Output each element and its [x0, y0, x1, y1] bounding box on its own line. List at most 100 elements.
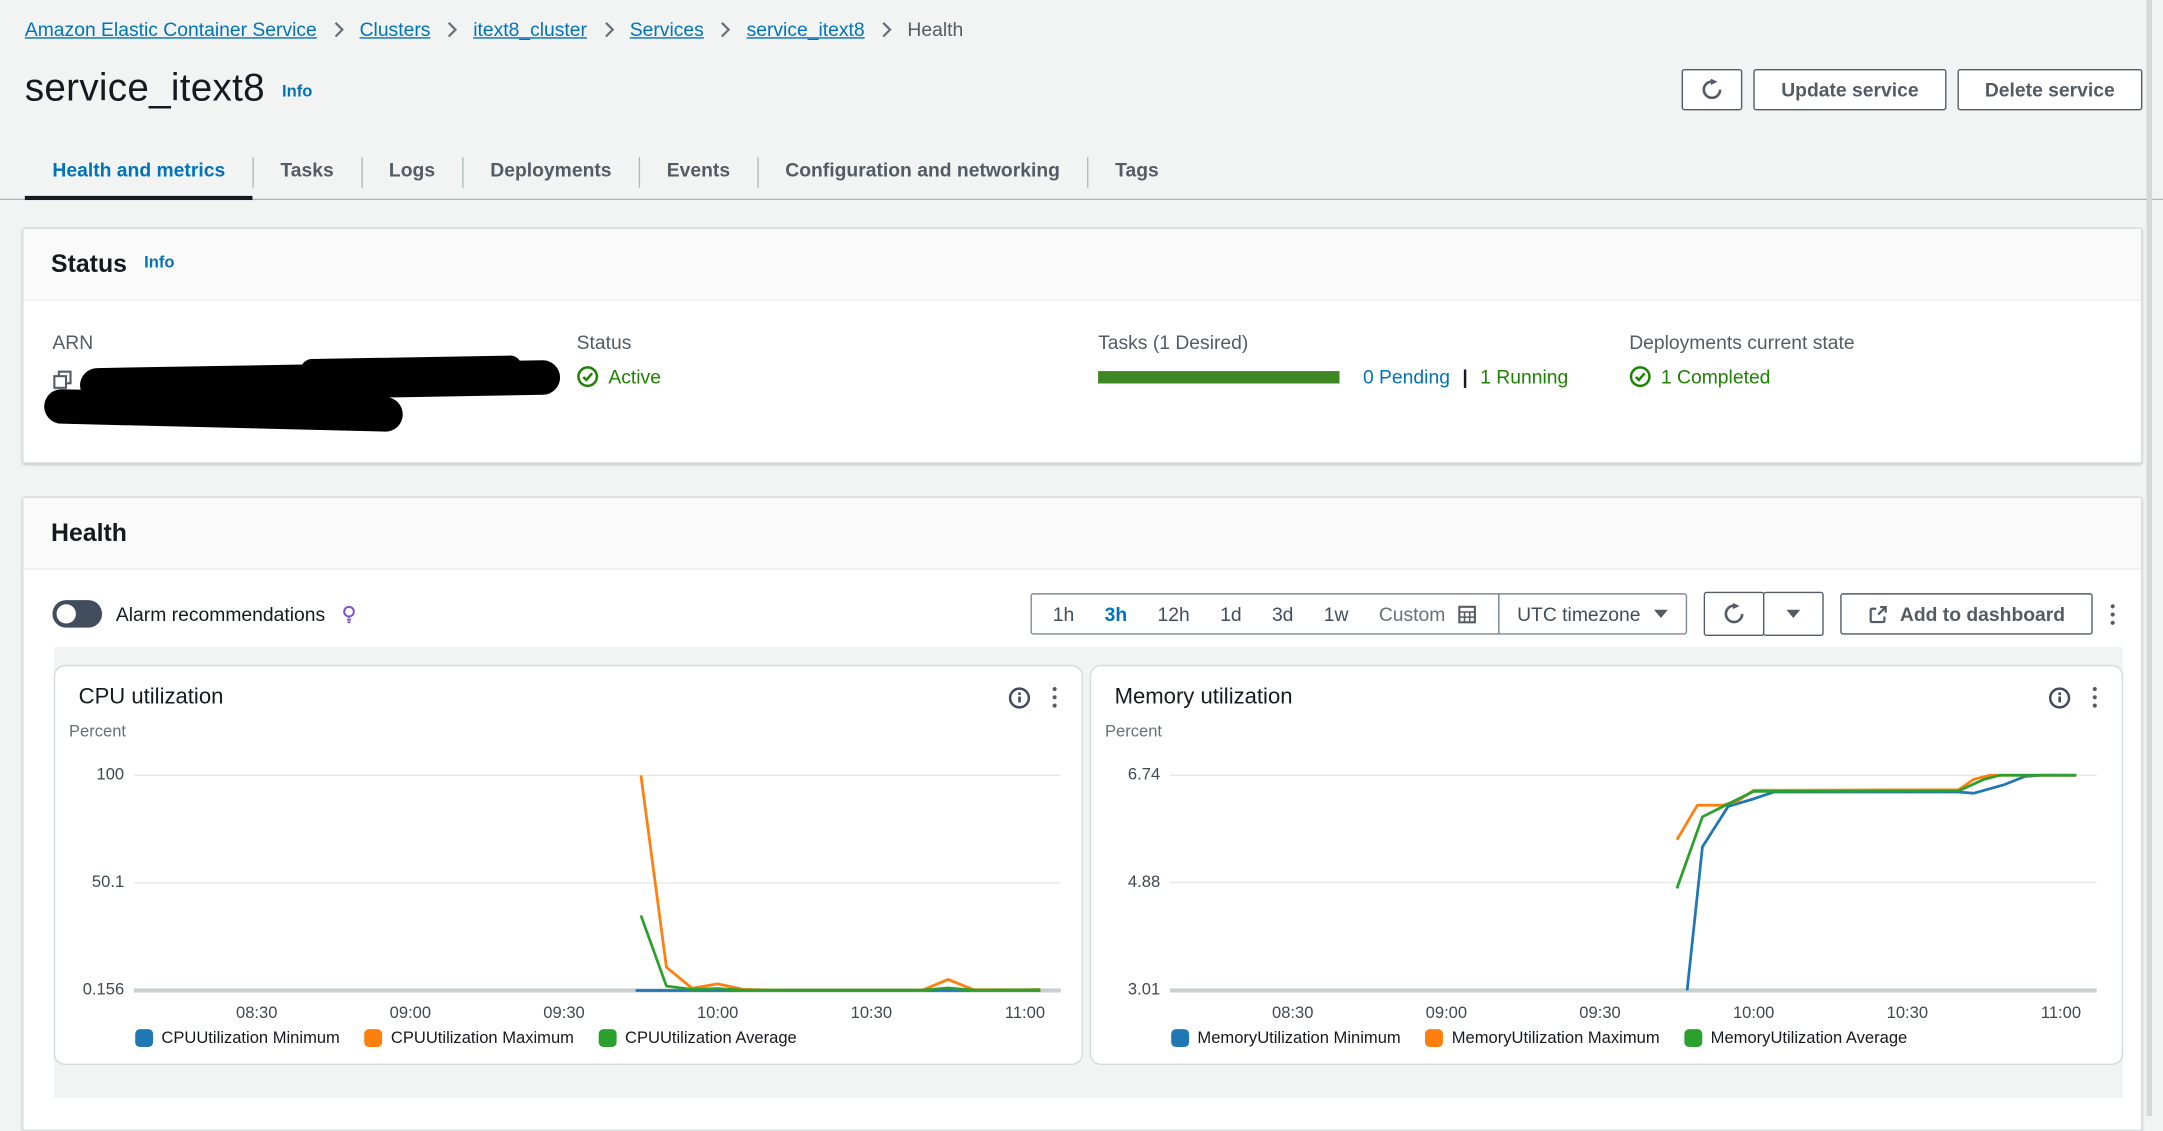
timezone-select[interactable]: UTC timezone: [1498, 593, 1688, 634]
breadcrumb-separator-icon: [602, 20, 614, 38]
breadcrumb-item-itext8-cluster[interactable]: itext8_cluster: [473, 18, 587, 40]
x-tick-label: 09:00: [369, 1003, 452, 1022]
x-tick-label: 11:00: [2020, 1003, 2103, 1022]
y-axis-label: Percent: [1105, 721, 1162, 740]
time-range-1h[interactable]: 1h: [1053, 603, 1074, 625]
lightbulb-icon: [339, 604, 358, 625]
memory-chart-legend: MemoryUtilization Minimum MemoryUtilizati…: [1171, 1028, 2121, 1047]
tasks-separator: |: [1462, 366, 1467, 388]
legend-memoryutilization-maximum[interactable]: MemoryUtilization Maximum: [1426, 1028, 1660, 1047]
page-header: service_itext8 Info Update service Delet…: [0, 40, 2163, 110]
breadcrumb-separator-icon: [446, 20, 458, 38]
x-tick-label: 09:00: [1405, 1003, 1488, 1022]
tab-deployments[interactable]: Deployments: [463, 145, 639, 199]
breadcrumb-item-services[interactable]: Services: [630, 18, 704, 40]
time-range-group: 1h 3h 12h 1d 3d 1w Custom: [1031, 593, 1499, 634]
tab-health-and-metrics[interactable]: Health and metrics: [25, 145, 253, 199]
legend-memoryutilization-minimum[interactable]: MemoryUtilization Minimum: [1171, 1028, 1400, 1047]
memory-chart-plot: Percent6.744.883.0108:3009:0009:3010:001…: [1091, 716, 2121, 1025]
time-range-1d[interactable]: 1d: [1220, 603, 1241, 625]
page-title-info-link[interactable]: Info: [282, 81, 312, 100]
legend-swatch: [599, 1028, 617, 1046]
breadcrumb-item-clusters[interactable]: Clusters: [360, 18, 431, 40]
charts-refresh-button[interactable]: [1704, 592, 1765, 636]
status-active-icon: [577, 366, 599, 388]
charts-container: CPU utilization Percent 100 50.1 0.156 08:30…: [54, 647, 2123, 1098]
y-tick-label: 50.1: [55, 872, 124, 891]
deployments-value: 1 Completed: [1661, 366, 1771, 388]
x-tick-label: 10:30: [1866, 1003, 1949, 1022]
add-to-dashboard-button[interactable]: Add to dashboard: [1841, 593, 2093, 634]
cpu-chart-title: CPU utilization: [79, 685, 224, 710]
time-range-3h[interactable]: 3h: [1105, 603, 1128, 625]
status-field: Status Active: [577, 331, 1098, 421]
series-memoryutilization-maximum: [1677, 775, 2076, 840]
x-tick-label: 09:30: [523, 1003, 606, 1022]
arn-value: [52, 366, 576, 421]
y-tick-label: 100: [55, 764, 124, 783]
breadcrumb-item-service-itext8[interactable]: service_itext8: [747, 18, 865, 40]
tab-tags[interactable]: Tags: [1088, 145, 1187, 199]
toolbar-kebab-menu[interactable]: [2108, 601, 2118, 627]
legend-memoryutilization-average[interactable]: MemoryUtilization Average: [1684, 1028, 1907, 1047]
info-icon[interactable]: [2049, 686, 2071, 708]
custom-range-button[interactable]: Custom: [1379, 603, 1477, 625]
health-panel-title: Health: [51, 519, 127, 547]
time-range-3d[interactable]: 3d: [1272, 603, 1293, 625]
status-label: Status: [577, 331, 1098, 353]
x-tick-label: 08:30: [215, 1003, 298, 1022]
page-scrollbar[interactable]: [2147, 0, 2153, 1116]
status-panel-body: ARN Status Active: [23, 301, 2141, 462]
refresh-button-group: [1704, 592, 1824, 636]
info-icon[interactable]: [1008, 686, 1030, 708]
breadcrumb-separator-icon: [880, 20, 892, 38]
alarm-recommendations-toggle[interactable]: [52, 600, 102, 628]
legend-cpuutilization-minimum[interactable]: CPUUtilization Minimum: [135, 1028, 340, 1047]
deployments-label: Deployments current state: [1629, 331, 2113, 353]
page-title: service_itext8: [25, 66, 265, 109]
status-panel: Status Info ARN Status: [22, 228, 2142, 464]
tab-events[interactable]: Events: [639, 145, 758, 199]
tab-tasks[interactable]: Tasks: [253, 145, 362, 199]
x-tick-label: 10:00: [1712, 1003, 1795, 1022]
cpu-chart-kebab-menu[interactable]: [1050, 684, 1060, 710]
y-tick-label: 3.01: [1091, 979, 1160, 998]
tab-logs[interactable]: Logs: [361, 145, 462, 199]
time-range-1w[interactable]: 1w: [1324, 603, 1349, 625]
health-panel: Health Alarm recommendations 1h3h12h1d3d…: [22, 497, 2142, 1131]
refresh-options-button[interactable]: [1763, 592, 1824, 636]
tasks-running-link[interactable]: 1 Running: [1480, 366, 1568, 388]
tab-configuration-and-networking[interactable]: Configuration and networking: [758, 145, 1088, 199]
header-buttons: Update service Delete service: [1682, 69, 2142, 110]
time-range-12h[interactable]: 12h: [1158, 603, 1190, 625]
deployments-field: Deployments current state 1 Completed: [1629, 331, 2113, 421]
y-tick-label: 0.156: [55, 979, 124, 998]
memory-chart-kebab-menu[interactable]: [2090, 684, 2100, 710]
refresh-button[interactable]: [1682, 69, 1743, 110]
chart-toolbar: 1h 3h 12h 1d 3d 1w Custom UTC timezone: [1031, 592, 2118, 636]
breadcrumb-item-health: Health: [907, 18, 963, 40]
arn-label: ARN: [52, 331, 576, 353]
status-info-link[interactable]: Info: [144, 252, 174, 271]
legend-cpuutilization-maximum[interactable]: CPUUtilization Maximum: [365, 1028, 574, 1047]
tab-bar: Health and metricsTasksLogsDeploymentsEv…: [0, 145, 2163, 200]
cpu-chart-legend: CPUUtilization Minimum CPUUtilization Max…: [135, 1028, 1081, 1047]
tasks-pending-link[interactable]: 0 Pending: [1363, 366, 1450, 388]
refresh-icon: [1701, 79, 1723, 101]
series-cpuutilization-average: [641, 915, 1040, 990]
chart-plot-svg: [134, 764, 1061, 999]
timezone-label: UTC timezone: [1517, 603, 1640, 625]
cpu-chart-plot: Percent10050.10.15608:3009:0009:3010:001…: [55, 716, 1081, 1025]
main-content: Status Info ARN Status: [0, 200, 2163, 1131]
health-controls-row: Alarm recommendations 1h3h12h1d3d1w Cust…: [23, 570, 2141, 644]
update-service-button[interactable]: Update service: [1754, 69, 1947, 110]
legend-cpuutilization-average[interactable]: CPUUtilization Average: [599, 1028, 797, 1047]
add-to-dashboard-label: Add to dashboard: [1900, 603, 2065, 625]
memory-utilization-card: Memory utilization Percent6.744.883.0108…: [1090, 665, 2123, 1065]
breadcrumb-item-amazon-elastic-container-service[interactable]: Amazon Elastic Container Service: [25, 18, 317, 40]
arn-redaction: [44, 389, 403, 432]
delete-service-button[interactable]: Delete service: [1957, 69, 2142, 110]
status-panel-header: Status Info: [23, 229, 2141, 301]
external-link-icon: [1868, 604, 1889, 625]
y-tick-label: 6.74: [1091, 764, 1160, 783]
